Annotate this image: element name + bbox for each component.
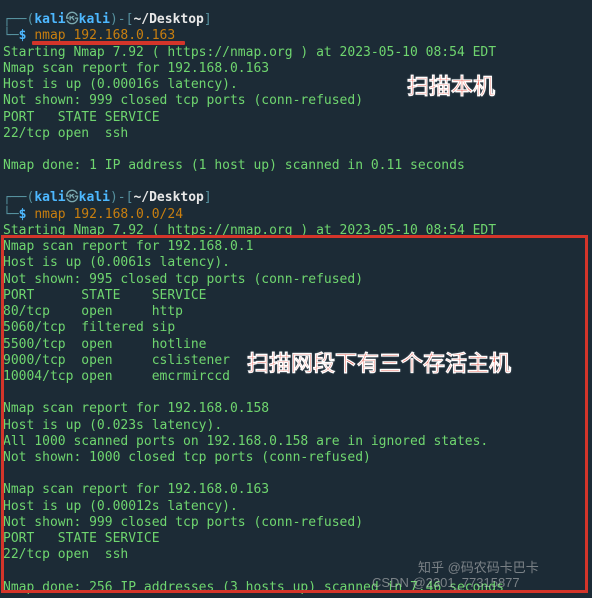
watermark-csdn: CSDN @2301_77315877 [372,575,520,591]
red-underline-1 [32,41,185,45]
prompt-2: ┌──(kali㉿kali)-[~/Desktop] [3,190,589,206]
watermark-zhihu: 知乎 @码农码卡巴卡 [418,560,539,576]
output-line: Nmap done: 1 IP address (1 host up) scan… [3,158,589,174]
output-line: Not shown: 999 closed tcp ports (conn-re… [3,93,589,109]
output-line: PORT STATE SERVICE [3,110,589,126]
output-line: Starting Nmap 7.92 ( https://nmap.org ) … [3,45,589,61]
annotation-scan-self: 扫描本机 [407,73,495,101]
output-line: Host is up (0.00016s latency). [3,77,589,93]
command-2[interactable]: └─$ nmap 192.168.0.0/24 [3,207,589,223]
prompt-1: ┌──(kali㉿kali)-[~/Desktop] [3,12,589,28]
red-box-1 [1,235,588,593]
output-line: 22/tcp open ssh [3,126,589,142]
annotation-scan-subnet: 扫描网段下有三个存活主机 [247,350,511,378]
output-line: Nmap scan report for 192.168.0.163 [3,61,589,77]
